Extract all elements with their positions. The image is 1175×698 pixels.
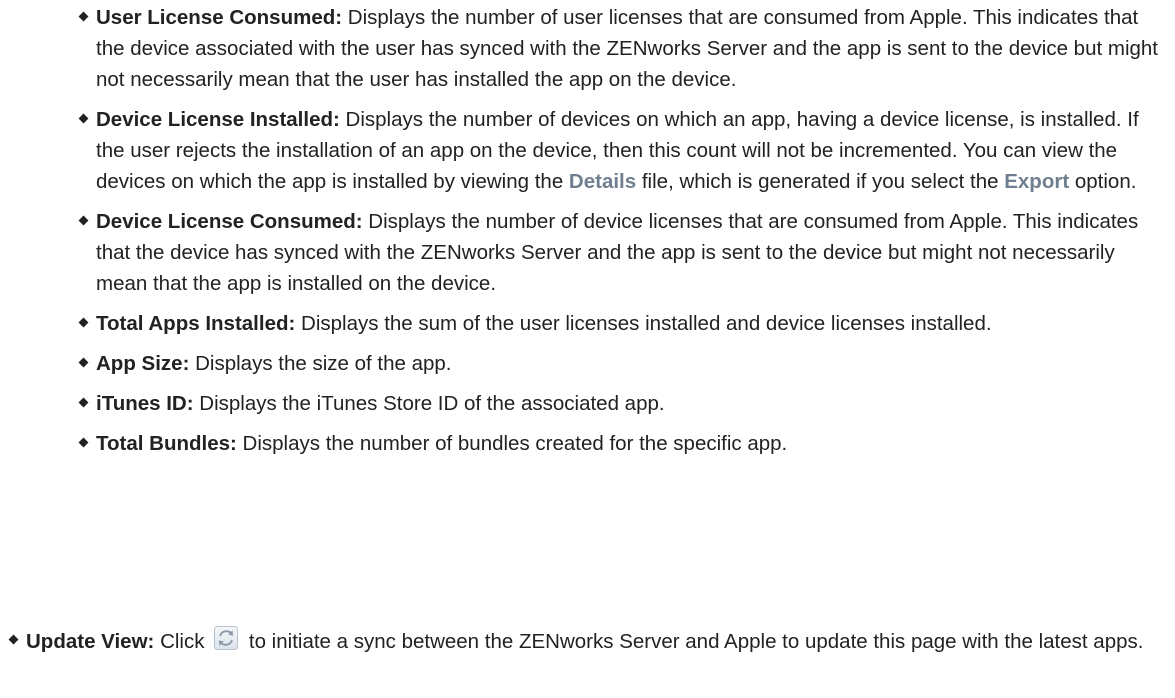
list-item-total-apps-installed: Total Apps Installed: Displays the sum o… bbox=[78, 308, 1168, 339]
term-label: Total Bundles: bbox=[96, 432, 237, 455]
description-text: option. bbox=[1074, 170, 1137, 193]
bullet-diamond-icon bbox=[78, 397, 89, 408]
bullet-diamond-icon bbox=[78, 357, 89, 368]
term-label: User License Consumed: bbox=[96, 6, 343, 29]
description-text: to initiate a sync between the ZENworks … bbox=[248, 630, 1144, 653]
bullet-diamond-icon bbox=[8, 634, 19, 645]
refresh-icon bbox=[213, 625, 239, 651]
list-item-device-license-consumed: Device License Consumed: Displays the nu… bbox=[78, 206, 1168, 299]
document-body: User License Consumed: Displays the numb… bbox=[0, 0, 1175, 698]
term-label: Device License Consumed: bbox=[96, 210, 363, 233]
term-label: App Size: bbox=[96, 352, 190, 375]
description-text: Displays the number of bundles created f… bbox=[242, 432, 788, 455]
list-item-total-bundles: Total Bundles: Displays the number of bu… bbox=[78, 428, 1168, 459]
list-item-update-view: Update View: Click to initiate a sync be… bbox=[8, 625, 1175, 657]
description-text: Displays the size of the app. bbox=[195, 352, 452, 375]
bullet-diamond-icon bbox=[78, 215, 89, 226]
term-label: iTunes ID: bbox=[96, 392, 194, 415]
bullet-diamond-icon bbox=[78, 437, 89, 448]
term-label: Total Apps Installed: bbox=[96, 312, 296, 335]
term-label: Update View: bbox=[26, 630, 155, 653]
export-ui-reference: Export bbox=[1004, 170, 1070, 193]
bullet-diamond-icon bbox=[78, 317, 89, 328]
description-text: Click bbox=[160, 630, 205, 653]
list-item-user-license-consumed: User License Consumed: Displays the numb… bbox=[78, 2, 1168, 95]
term-label: Device License Installed: bbox=[96, 108, 340, 131]
bullet-diamond-icon bbox=[78, 11, 89, 22]
description-text: Displays the sum of the user licenses in… bbox=[301, 312, 992, 335]
list-item-device-license-installed: Device License Installed: Displays the n… bbox=[78, 104, 1168, 197]
list-item-itunes-id: iTunes ID: Displays the iTunes Store ID … bbox=[78, 388, 1168, 419]
description-text: file, which is generated if you select t… bbox=[641, 170, 999, 193]
details-ui-reference: Details bbox=[568, 170, 637, 193]
list-item-app-size: App Size: Displays the size of the app. bbox=[78, 348, 1168, 379]
report-columns-list: User License Consumed: Displays the numb… bbox=[78, 2, 1168, 468]
description-text: Displays the iTunes Store ID of the asso… bbox=[199, 392, 665, 415]
bullet-diamond-icon bbox=[78, 113, 89, 124]
